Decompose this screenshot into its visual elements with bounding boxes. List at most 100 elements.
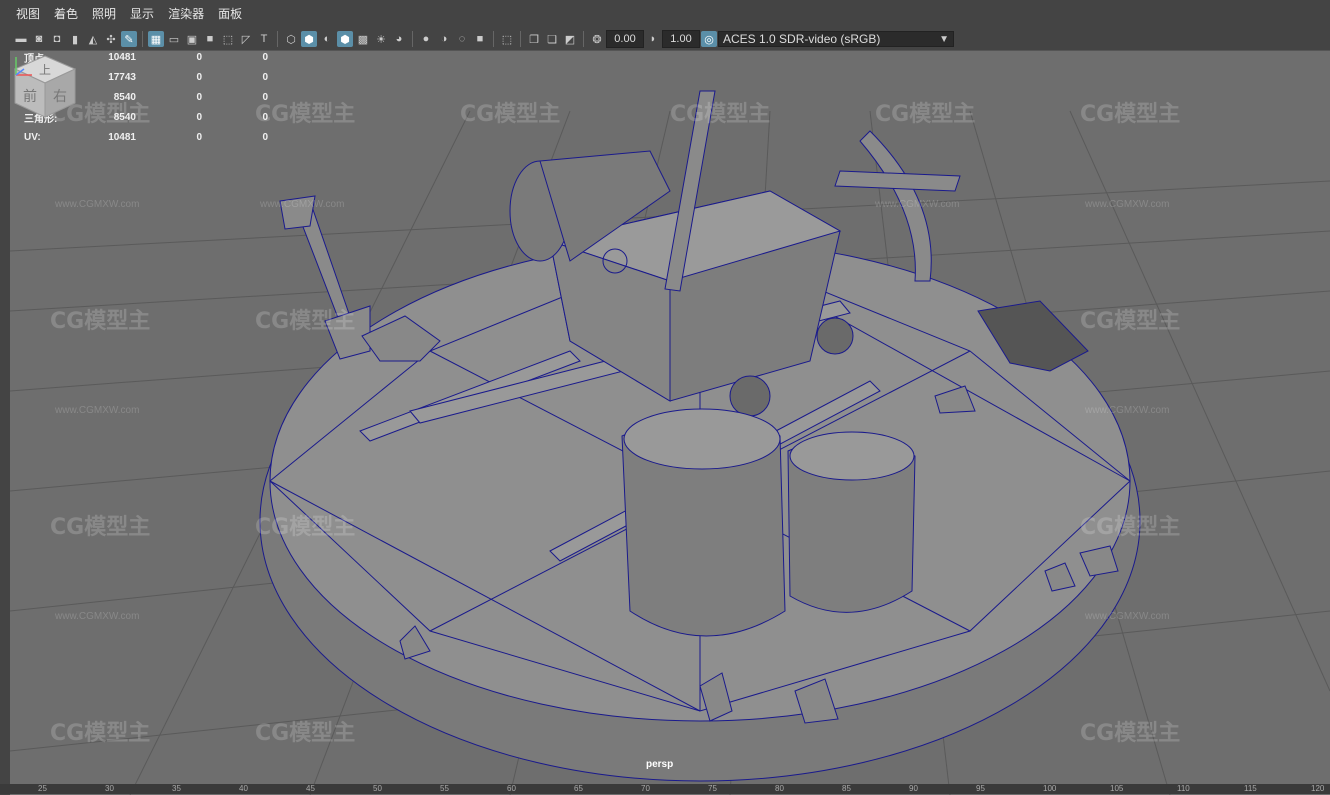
toolbar-divider	[520, 31, 521, 47]
toolbar-divider	[277, 31, 278, 47]
ruler-tick: 80	[775, 784, 784, 793]
viewcube-front-label: 前	[23, 88, 37, 105]
menu-view[interactable]: 视图	[0, 0, 47, 28]
watermark: CG模型主	[670, 102, 771, 127]
field-chart-icon[interactable]: ⬚	[220, 31, 236, 47]
ruler-tick: 35	[172, 784, 181, 793]
gamma-icon[interactable]: ◗	[645, 31, 661, 47]
backface-culling-icon[interactable]: ◩	[562, 31, 578, 47]
exposure-field[interactable]: 0.00	[606, 30, 644, 48]
grid-icon[interactable]: ▦	[148, 31, 164, 47]
motion-blur-icon[interactable]: ◑	[436, 31, 452, 47]
barrel-mesh	[621, 408, 916, 637]
menu-renderer[interactable]: 渲染器	[161, 0, 211, 28]
watermark-url: www.CGMXW.com	[55, 199, 140, 210]
xray-active-icon[interactable]: ❏	[544, 31, 560, 47]
watermark: CG模型主	[255, 515, 356, 540]
watermark: CG模型主	[460, 102, 561, 127]
chevron-down-icon: ▼	[939, 33, 949, 45]
watermark-url: www.CGMXW.com	[1085, 611, 1170, 622]
menu-lighting[interactable]: 照明	[85, 0, 123, 28]
film-gate-icon[interactable]: ▭	[166, 31, 182, 47]
watermark: CG模型主	[255, 102, 356, 127]
ruler-tick: 115	[1244, 784, 1257, 793]
watermark-url: www.CGMXW.com	[55, 611, 140, 622]
menu-panels[interactable]: 面板	[211, 0, 249, 28]
menu-bar: 视图 着色 照明 显示 渲染器 面板	[0, 0, 1330, 28]
use-all-lights-icon[interactable]: ☀	[373, 31, 389, 47]
watermark-url: www.CGMXW.com	[260, 199, 345, 210]
image-plane-icon[interactable]: ◭	[85, 31, 101, 47]
gamma-field[interactable]: 1.00	[662, 30, 700, 48]
camera-attributes-icon[interactable]: ◘	[49, 31, 65, 47]
menu-show[interactable]: 显示	[123, 0, 161, 28]
panel-toolbar: ▬ ◙ ◘ ▮ ◭ ✣ ✎ ▦ ▭ ▣ ■ ⬚ ◸ T ⬡ ⬢ ◐ ⬢ ▩ ☀ …	[0, 28, 1330, 50]
multisample-aa-icon[interactable]: ◌	[454, 31, 470, 47]
camera-name-label: persp	[646, 759, 674, 770]
default-material-icon[interactable]: ◐	[319, 31, 335, 47]
watermark: CG模型主	[50, 309, 151, 334]
watermark: CG模型主	[255, 721, 356, 746]
ruler-tick: 30	[105, 784, 114, 793]
toolbar-divider	[583, 31, 584, 47]
menu-shading[interactable]: 着色	[47, 0, 85, 28]
camera-attributes-icon[interactable]: ◙	[31, 31, 47, 47]
ruler-tick: 40	[239, 784, 248, 793]
ruler-tick: 65	[574, 784, 583, 793]
xray-icon[interactable]: ▩	[355, 31, 371, 47]
ruler-tick: 60	[507, 784, 516, 793]
toolbar-divider	[412, 31, 413, 47]
watermark: CG模型主	[1080, 515, 1181, 540]
watermark-url: www.CGMXW.com	[1085, 199, 1170, 210]
smooth-shade-icon[interactable]: ⬢	[301, 31, 317, 47]
3d-viewport[interactable]: CG模型主 CG模型主 CG模型主 CG模型主 CG模型主 CG模型主 CG模型…	[10, 50, 1330, 795]
ruler-tick: 90	[909, 784, 918, 793]
color-management-icon[interactable]: ◎	[701, 31, 717, 47]
toolbar-divider	[493, 31, 494, 47]
ruler-tick: 100	[1043, 784, 1057, 793]
scene-render	[10, 90, 1330, 795]
watermark-url: www.CGMXW.com	[1085, 405, 1170, 416]
safe-title-icon[interactable]: T	[256, 31, 272, 47]
wireframe-on-shaded-icon[interactable]: ⬢	[337, 31, 353, 47]
xray-joints-icon[interactable]: ❐	[526, 31, 542, 47]
ruler-tick: 85	[842, 784, 851, 793]
ruler-tick: 75	[708, 784, 717, 793]
ruler-tick: 70	[641, 784, 650, 793]
depth-of-field-icon[interactable]: ■	[472, 31, 488, 47]
watermark: CG模型主	[875, 102, 976, 127]
resolution-gate-icon[interactable]: ▣	[184, 31, 200, 47]
safe-action-icon[interactable]: ◸	[238, 31, 254, 47]
watermark: CG模型主	[1080, 721, 1181, 746]
axis-gizmo-icon	[15, 57, 32, 76]
ruler-tick: 95	[976, 784, 985, 793]
shadows-icon[interactable]: ◕	[391, 31, 407, 47]
viewcube-top-label: 上	[39, 63, 51, 77]
ruler-tick: 105	[1110, 784, 1124, 793]
time-ruler[interactable]: 25 30 35 40 45 50 55 60 65 70 75 80 85 90 95 100 105 110 1…	[0, 784, 1330, 794]
watermark: CG模型主	[255, 309, 356, 334]
wireframe-icon[interactable]: ⬡	[283, 31, 299, 47]
ruler-tick: 50	[373, 784, 382, 793]
toolbar-divider	[142, 31, 143, 47]
watermark: CG模型主	[50, 515, 151, 540]
image-plane-icon[interactable]: ✣	[103, 31, 119, 47]
hud-row-uvs: UV: 10481 0 0	[24, 131, 268, 143]
bookmark-icon[interactable]: ▮	[67, 31, 83, 47]
watermark: CG模型主	[50, 721, 151, 746]
exposure-icon[interactable]: ❂	[589, 31, 605, 47]
color-space-value: ACES 1.0 SDR-video (sRGB)	[723, 32, 881, 46]
screen-space-ao-icon[interactable]: ●	[418, 31, 434, 47]
color-space-select[interactable]: ACES 1.0 SDR-video (sRGB) ▼	[718, 31, 954, 47]
watermark-url: www.CGMXW.com	[875, 199, 960, 210]
camera-select-icon[interactable]: ▬	[13, 31, 29, 47]
ruler-tick: 120	[1311, 784, 1325, 793]
gate-mask-icon[interactable]: ■	[202, 31, 218, 47]
watermark-url: www.CGMXW.com	[55, 405, 140, 416]
isolate-select-icon[interactable]: ⬚	[499, 31, 515, 47]
viewcube-right-label: 右	[53, 89, 67, 105]
ruler-tick: 25	[38, 784, 47, 793]
ruler-tick: 55	[440, 784, 449, 793]
grease-pencil-icon[interactable]: ✎	[121, 31, 137, 47]
watermark: CG模型主	[1080, 102, 1181, 127]
